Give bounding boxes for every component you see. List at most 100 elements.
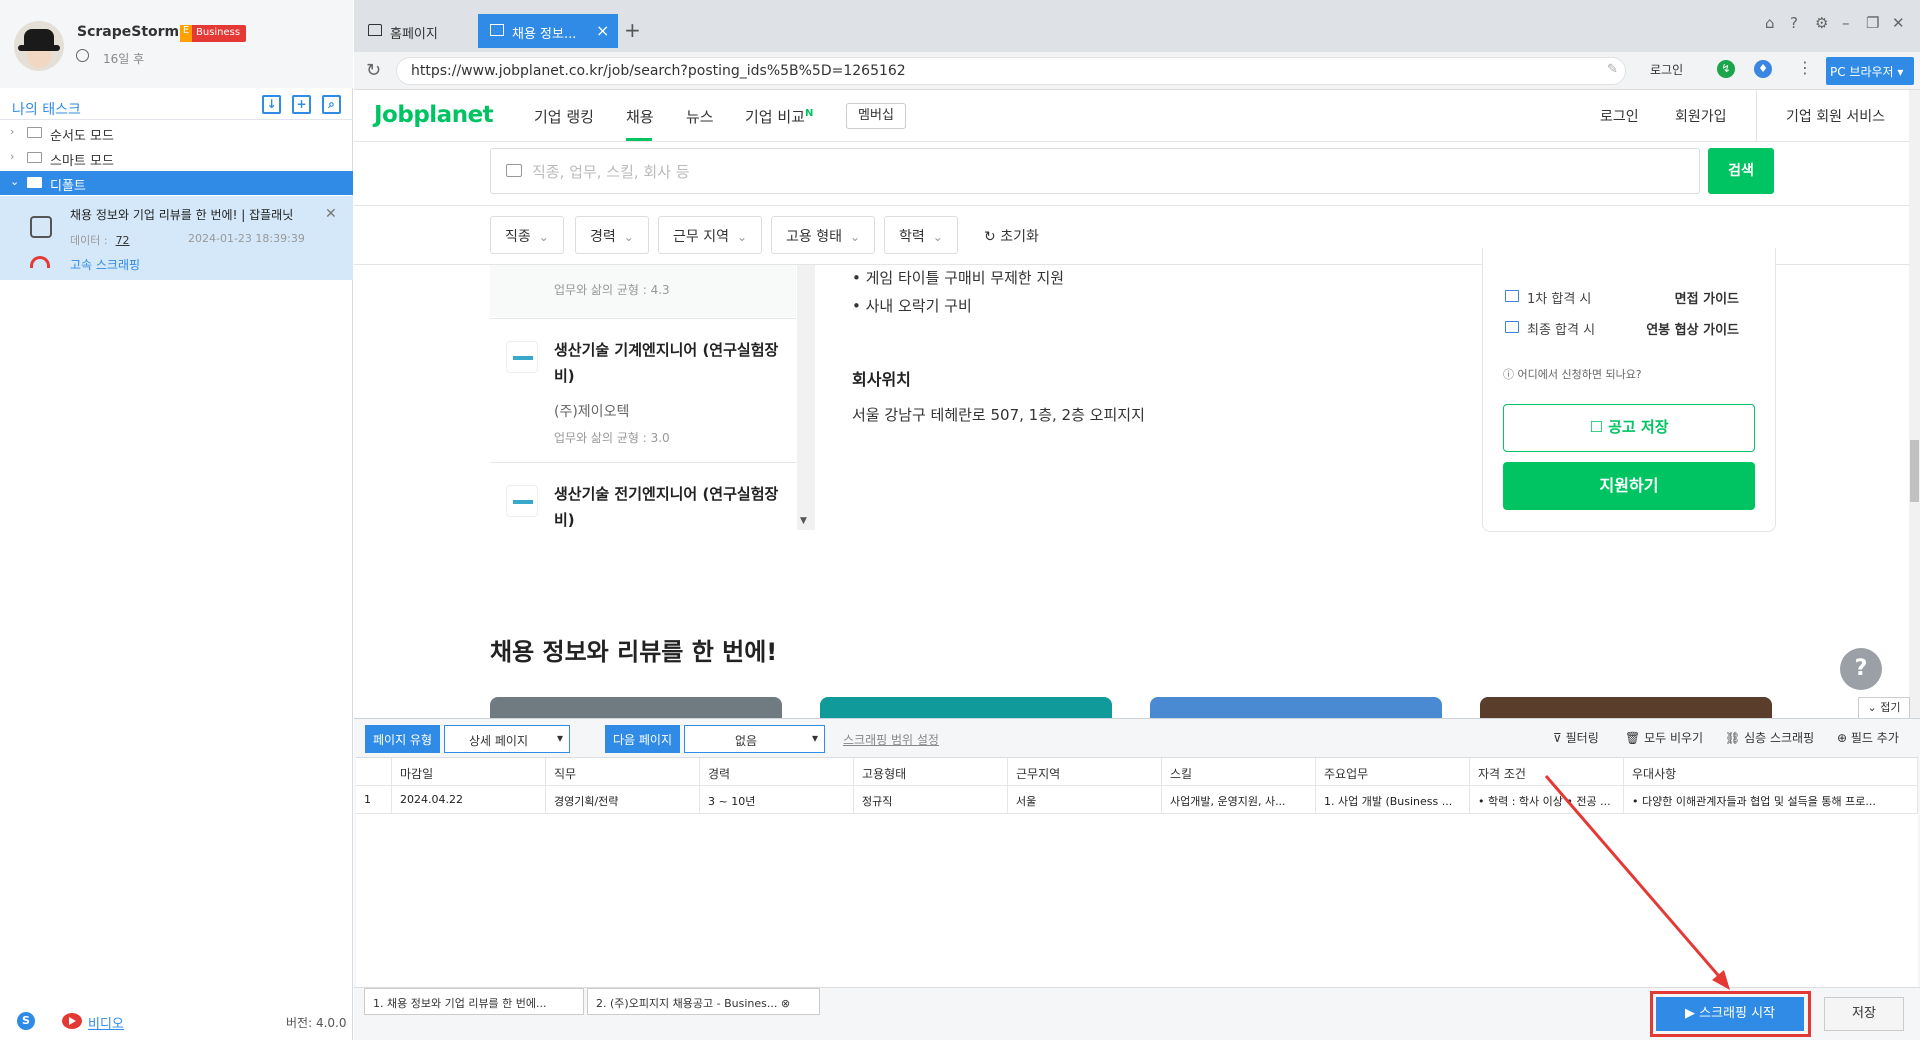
restore-icon[interactable]: ❐	[1866, 14, 1879, 32]
pc-browser-select[interactable]: PC 브라우저 ▾	[1826, 57, 1914, 85]
table-header-index	[356, 758, 392, 786]
table-header[interactable]: 근무지역	[1008, 758, 1162, 786]
search-placeholder: 직종, 업무, 스킬, 회사 등	[532, 163, 690, 181]
table-header[interactable]: 스킬	[1162, 758, 1316, 786]
membership-button[interactable]: 멤버십	[846, 103, 906, 129]
tab-home[interactable]: 홈페이지	[356, 14, 476, 48]
table-cell[interactable]: 사업개발, 운영지원, 사...	[1162, 786, 1316, 814]
interview-guide[interactable]: 면접 가이드	[1675, 288, 1739, 307]
skype-icon[interactable]: S	[17, 1012, 35, 1030]
table-cell[interactable]: 1. 사업 개발 (Business ...	[1316, 786, 1470, 814]
clear-all-button[interactable]: 🗑 모두 비우기	[1625, 729, 1703, 746]
folder-icon	[27, 152, 42, 163]
close-tab-icon[interactable]: ×	[596, 21, 609, 40]
site-login[interactable]: 로그인	[1600, 106, 1639, 126]
nav-jobs[interactable]: 채용	[626, 106, 654, 127]
page-type-select[interactable]: 상세 페이지	[444, 725, 570, 753]
filter-education[interactable]: 학력	[884, 216, 958, 254]
corporate-service[interactable]: 기업 회원 서비스	[1786, 106, 1885, 126]
page-scroll-thumb[interactable]	[1910, 440, 1919, 502]
table-cell[interactable]: 3 ~ 10년	[700, 786, 854, 814]
close-icon[interactable]: ✕	[325, 206, 337, 222]
save-button[interactable]: 저장	[1824, 997, 1904, 1031]
table-cell[interactable]: 정규직	[854, 786, 1008, 814]
list-scrollbar[interactable]	[797, 265, 815, 530]
fold-button[interactable]: ⌄ 접기	[1858, 697, 1910, 719]
task-title[interactable]: 채용 정보와 기업 리뷰를 한 번에! | 잡플래닛	[70, 206, 315, 223]
card-thumbnail[interactable]	[1150, 697, 1442, 719]
tree-item-flowchart[interactable]: › 순서도 모드	[0, 121, 353, 145]
card-thumbnail[interactable]	[490, 697, 782, 719]
scroll-down-icon[interactable]: ▼	[800, 516, 807, 526]
minimize-icon[interactable]: –	[1842, 14, 1850, 32]
scrape-range-link[interactable]: 스크래핑 범위 설정	[843, 731, 939, 748]
where-apply-link[interactable]: ⓘ 어디에서 신청하면 되나요?	[1503, 366, 1642, 382]
tree-item-default[interactable]: ⌄ 디폴트	[0, 171, 353, 195]
save-posting-button[interactable]: ☐ 공고 저장	[1503, 404, 1755, 452]
search-task-icon[interactable]: ⌕	[322, 95, 341, 114]
table-header[interactable]: 경력	[700, 758, 854, 786]
search-button[interactable]: 검색	[1708, 148, 1774, 194]
salary-guide[interactable]: 연봉 협상 가이드	[1646, 319, 1739, 338]
new-tab-button[interactable]: +	[624, 18, 641, 42]
close-tab-icon[interactable]: ⊗	[781, 997, 790, 1010]
apply-button[interactable]: 지원하기	[1503, 462, 1755, 510]
page-tab-1[interactable]: 1. 채용 정보와 기업 리뷰를 한 번에...	[364, 988, 584, 1015]
table-header[interactable]: 자격 조건	[1470, 758, 1624, 786]
table-cell[interactable]: 경영기획/전략	[546, 786, 700, 814]
deep-scrape-button[interactable]: ⛓ 심층 스크래핑	[1725, 729, 1814, 746]
reload-icon[interactable]: ↻	[366, 60, 381, 81]
tab-job-info[interactable]: 채용 정보... ×	[478, 14, 618, 48]
trash-icon: 🗑	[1625, 731, 1641, 745]
table-cell[interactable]: 2024.04.22	[392, 786, 546, 814]
table-header[interactable]: 고용형태	[854, 758, 1008, 786]
card-thumbnail[interactable]	[820, 697, 1112, 719]
business-badge: Business	[180, 25, 247, 42]
browser-login[interactable]: 로그인	[1650, 61, 1683, 78]
url-input[interactable]: https://www.jobplanet.co.kr/job/search?p…	[396, 57, 1626, 85]
table-cell[interactable]: 서울	[1008, 786, 1162, 814]
site-signup[interactable]: 회원가입	[1675, 106, 1727, 126]
youtube-icon[interactable]	[62, 1013, 82, 1029]
next-page-select[interactable]: 없음	[684, 725, 825, 753]
page-scrollbar[interactable]	[1909, 90, 1920, 718]
edit-icon[interactable]: ✎	[1607, 62, 1618, 77]
filter-location[interactable]: 근무 지역	[658, 216, 763, 254]
help-icon[interactable]: ?	[1790, 14, 1798, 32]
filter-experience[interactable]: 경력	[575, 216, 649, 254]
gift-icon[interactable]: ⌂	[1765, 14, 1775, 32]
nav-news[interactable]: 뉴스	[686, 106, 714, 127]
extension-green-icon[interactable]: ↯	[1717, 60, 1735, 78]
new-task-icon[interactable]: +	[292, 95, 311, 114]
list-item[interactable]: 업무와 삶의 균형 : 4.3	[490, 265, 796, 317]
filter-button[interactable]: ⊽ 필터링	[1553, 729, 1599, 746]
data-count-link[interactable]: 72	[116, 234, 130, 247]
card-thumbnail[interactable]	[1480, 697, 1772, 719]
video-link[interactable]: 비디오	[88, 1013, 124, 1032]
jobplanet-logo[interactable]: Jobplanet	[374, 102, 494, 128]
tree-item-smart[interactable]: › 스마트 모드	[0, 146, 353, 170]
filter-employment[interactable]: 고용 형태	[771, 216, 876, 254]
close-window-icon[interactable]: ✕	[1892, 14, 1905, 32]
more-icon[interactable]: ⋮	[1797, 58, 1813, 77]
table-header[interactable]: 직무	[546, 758, 700, 786]
reset-button[interactable]: ↻ 초기화	[984, 226, 1039, 246]
help-button[interactable]: ?	[1840, 648, 1882, 690]
add-field-button[interactable]: ⊕ 필드 추가	[1837, 729, 1899, 746]
avatar[interactable]	[14, 21, 64, 71]
table-header[interactable]: 우대사항	[1624, 758, 1918, 786]
filter-occupation[interactable]: 직종	[490, 216, 564, 254]
table-cell[interactable]: • 학력 : 학사 이상 • 전공 ...	[1470, 786, 1624, 814]
table-header[interactable]: 주요업무	[1316, 758, 1470, 786]
table-header[interactable]: 마감일	[392, 758, 546, 786]
list-item[interactable]: 생산기술 전기엔지니어 (연구실험장비)	[490, 462, 796, 530]
page-tab-2[interactable]: 2. (주)오피지지 채용공고 - Busines... ⊗	[587, 988, 820, 1015]
import-icon[interactable]: ↓	[262, 95, 281, 114]
start-scraping-button[interactable]: ▶ 스크래핑 시작	[1656, 997, 1804, 1031]
list-item[interactable]: 생산기술 기계엔지니어 (연구실험장비) (주)제이오텍 업무와 삶의 균형 :…	[490, 318, 796, 460]
nav-compare[interactable]: 기업 비교N	[745, 106, 813, 127]
nav-ranking[interactable]: 기업 랭킹	[534, 106, 594, 127]
table-cell[interactable]: • 다양한 이해관계자들과 협업 및 설득을 통해 프로...	[1624, 786, 1918, 814]
settings-icon[interactable]: ⚙	[1815, 14, 1828, 32]
extension-blue-icon[interactable]: ♦	[1754, 60, 1772, 78]
